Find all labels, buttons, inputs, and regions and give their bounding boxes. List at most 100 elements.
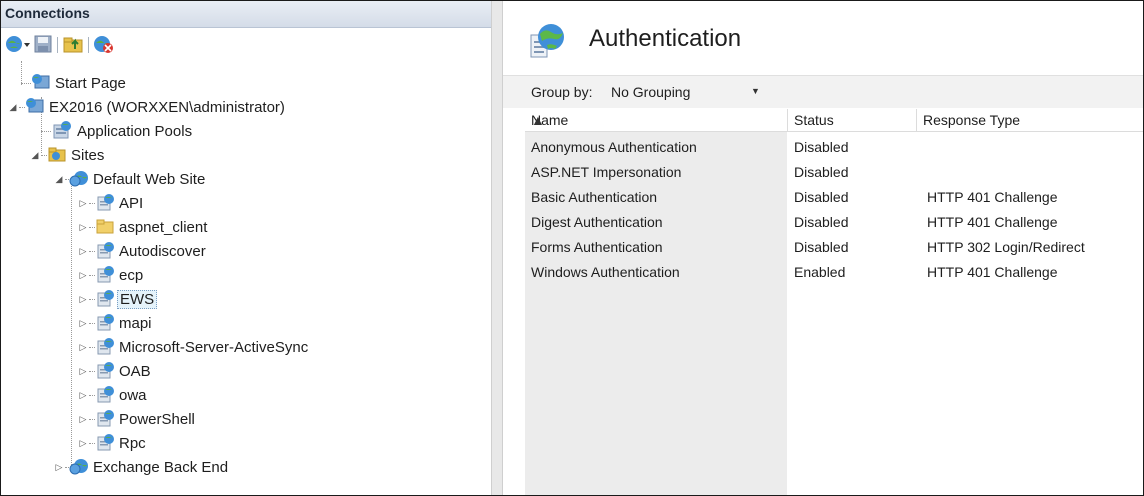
tree-item-label: Exchange Back End	[93, 458, 229, 476]
cell-status: Disabled	[794, 214, 849, 230]
tree-item-api[interactable]: ▷ API	[77, 191, 143, 215]
dropdown-arrow-icon[interactable]: ▼	[751, 86, 760, 96]
collapse-arrow-icon[interactable]: ◢	[29, 150, 41, 161]
authentication-table: Name ▲ Status Response Type Anonymous Au…	[503, 109, 1143, 495]
group-by-bar: Group by: No Grouping ▼	[503, 75, 1143, 108]
tree-item-rpc[interactable]: ▷ Rpc	[77, 431, 146, 455]
tree-item-ews[interactable]: ▷ EWS	[77, 287, 158, 311]
tree-item-label: EX2016 (WORXXEN\administrator)	[49, 98, 285, 116]
cell-response-type: HTTP 401 Challenge	[927, 264, 1058, 280]
app-icon	[95, 336, 115, 359]
column-header-response-type[interactable]: Response Type	[917, 109, 1143, 132]
disconnect-icon[interactable]	[93, 34, 115, 54]
expand-arrow-icon[interactable]: ▷	[77, 222, 89, 233]
sites-folder-icon	[47, 145, 67, 166]
column-header-status[interactable]: Status	[788, 109, 917, 132]
cell-name: Basic Authentication	[531, 189, 658, 205]
expand-arrow-icon[interactable]: ▷	[77, 270, 89, 281]
toolbar-separator	[88, 37, 89, 53]
sort-ascending-icon: ▲	[531, 112, 545, 128]
folder-up-icon[interactable]	[63, 34, 83, 54]
page-title: Authentication	[589, 25, 742, 52]
cell-name: Digest Authentication	[531, 214, 663, 230]
pane-splitter[interactable]	[491, 1, 503, 495]
expand-arrow-icon[interactable]: ▷	[77, 198, 89, 209]
expand-arrow-icon[interactable]: ▷	[77, 414, 89, 425]
authentication-icon	[527, 21, 569, 64]
tree-item-label: Sites	[71, 146, 105, 164]
folder-icon	[95, 216, 115, 239]
expand-arrow-icon[interactable]: ▷	[77, 390, 89, 401]
tree-item-application-pools[interactable]: Application Pools	[41, 119, 192, 143]
collapse-arrow-icon[interactable]: ◢	[53, 174, 65, 185]
tree-item-label: PowerShell	[119, 410, 195, 428]
expand-arrow-icon[interactable]: ▷	[77, 318, 89, 329]
cell-status: Enabled	[794, 264, 846, 280]
tree-item-label: Microsoft-Server-ActiveSync	[119, 338, 309, 356]
tree-item-label: OAB	[119, 362, 151, 380]
start-page-icon	[31, 73, 51, 94]
cell-response-type: HTTP 401 Challenge	[927, 189, 1058, 205]
tree-item-mapi[interactable]: ▷ mapi	[77, 311, 152, 335]
website-globe-icon	[69, 456, 89, 479]
tree-item-label: Default Web Site	[93, 170, 206, 188]
tree-item-sites[interactable]: ◢ Sites	[29, 143, 105, 167]
expand-arrow-icon[interactable]: ▷	[77, 438, 89, 449]
tree-connector	[21, 82, 31, 84]
tree-item-oab[interactable]: ▷ OAB	[77, 359, 151, 383]
tree-item-label: Rpc	[119, 434, 146, 452]
app-icon	[95, 192, 115, 215]
expand-arrow-icon[interactable]: ▷	[77, 246, 89, 257]
app-icon	[95, 432, 115, 455]
connections-tree: Start Page ◢ EX2016 (WORXXEN\administrat…	[1, 61, 491, 495]
collapse-arrow-icon[interactable]: ◢	[7, 102, 19, 113]
cell-name: ASP.NET Impersonation	[531, 164, 682, 180]
cell-response-type: HTTP 401 Challenge	[927, 214, 1058, 230]
column-header-label: Status	[794, 112, 834, 128]
app-icon	[95, 312, 115, 335]
tree-guide	[71, 181, 72, 471]
column-header-name[interactable]: Name ▲	[525, 109, 788, 132]
cell-name: Windows Authentication	[531, 264, 680, 280]
tree-item-label: Start Page	[55, 74, 126, 92]
tree-item-aspnet-client[interactable]: ▷ aspnet_client	[77, 215, 208, 239]
connections-header: Connections	[1, 1, 491, 28]
group-by-label: Group by:	[531, 84, 593, 100]
expand-arrow-icon[interactable]: ▷	[77, 294, 89, 305]
toolbar-separator	[57, 37, 58, 53]
tree-item-powershell[interactable]: ▷ PowerShell	[77, 407, 195, 431]
save-icon[interactable]	[34, 34, 52, 54]
website-globe-icon	[69, 168, 89, 191]
connections-title: Connections	[5, 5, 90, 21]
tree-item-label: ecp	[119, 266, 144, 284]
app-icon	[95, 240, 115, 263]
tree-item-ecp[interactable]: ▷ ecp	[77, 263, 143, 287]
connect-globe-icon[interactable]	[5, 34, 31, 54]
expand-arrow-icon[interactable]: ▷	[77, 366, 89, 377]
tree-item-activesync[interactable]: ▷ Microsoft-Server-ActiveSync	[77, 335, 308, 359]
tree-item-label: aspnet_client	[119, 218, 208, 236]
tree-item-label: mapi	[119, 314, 152, 332]
connections-pane: Connections Start Page ◢ EX2016 (WORXXEN…	[1, 1, 491, 495]
tree-item-label: API	[119, 194, 144, 212]
tree-item-exchange-back-end[interactable]: ▷ Exchange Back End	[53, 455, 228, 479]
expand-arrow-icon[interactable]: ▷	[77, 342, 89, 353]
tree-item-start-page[interactable]: Start Page	[21, 71, 126, 95]
column-header-label: Response Type	[923, 112, 1021, 128]
tree-item-owa[interactable]: ▷ owa	[77, 383, 147, 407]
tree-item-server[interactable]: ◢ EX2016 (WORXXEN\administrator)	[7, 95, 285, 119]
tree-item-label: Application Pools	[77, 122, 193, 140]
cell-status: Disabled	[794, 139, 849, 155]
app-icon	[95, 408, 115, 431]
tree-item-autodiscover[interactable]: ▷ Autodiscover	[77, 239, 206, 263]
group-by-dropdown[interactable]: No Grouping	[611, 84, 690, 100]
expand-arrow-icon[interactable]: ▷	[53, 462, 65, 473]
tree-item-default-web-site[interactable]: ◢ Default Web Site	[53, 167, 205, 191]
tree-item-label: owa	[119, 386, 147, 404]
app-icon	[95, 264, 115, 287]
connections-toolbar	[1, 28, 491, 60]
app-icon	[95, 360, 115, 383]
app-icon	[95, 384, 115, 407]
cell-status: Disabled	[794, 164, 849, 180]
tree-item-label: EWS	[117, 289, 158, 309]
